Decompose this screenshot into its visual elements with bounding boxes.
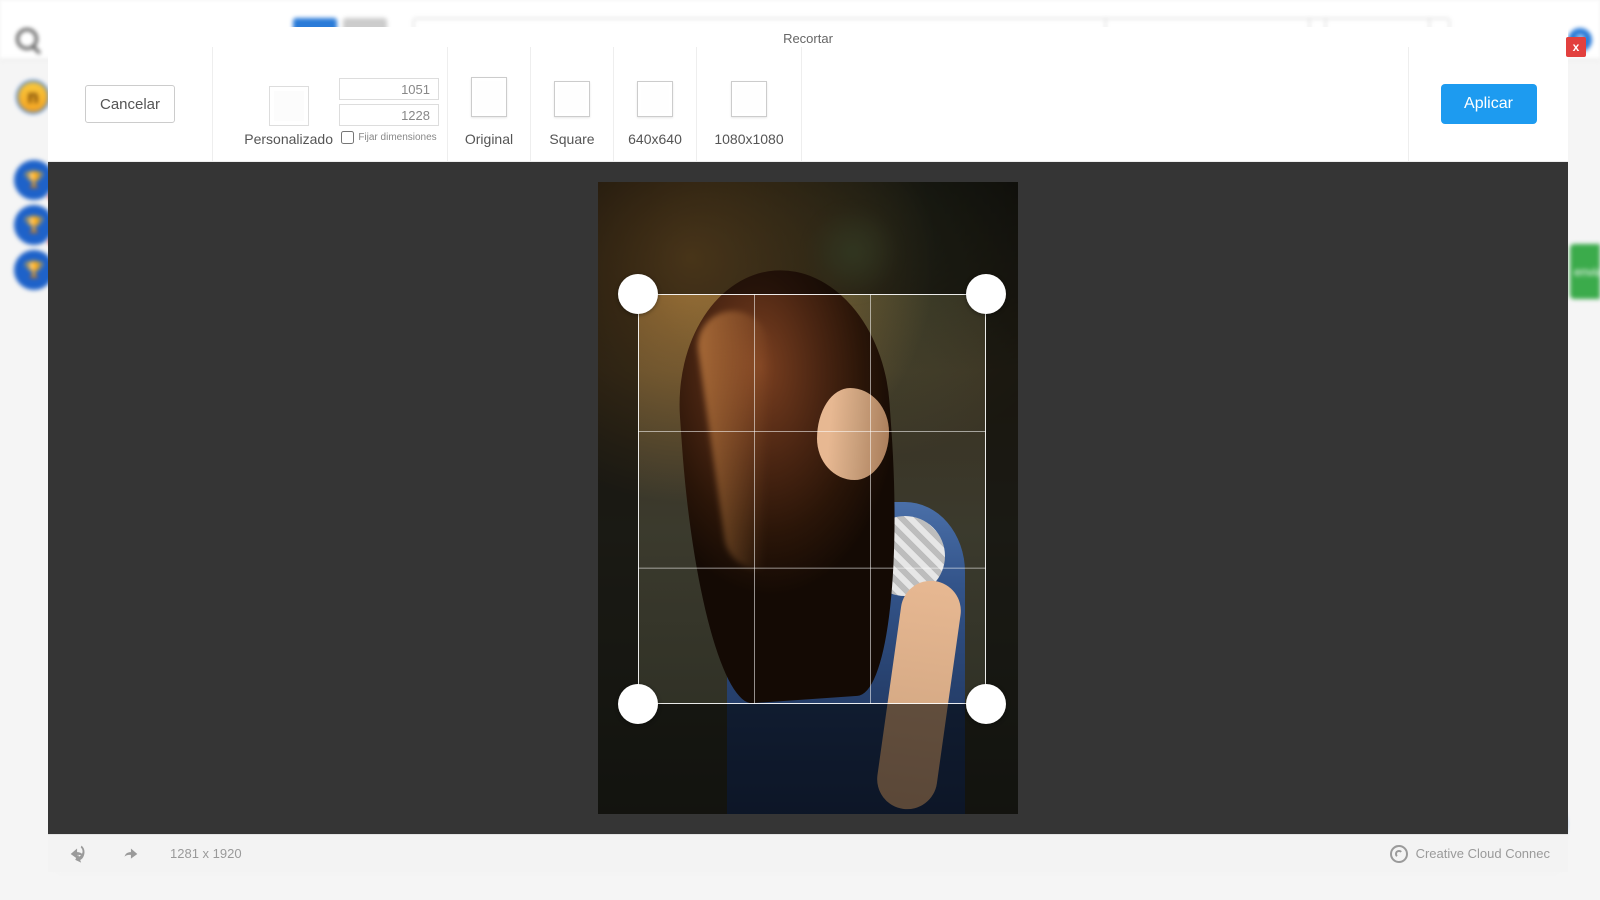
creative-cloud-label: Creative Cloud Connec bbox=[1390, 845, 1550, 863]
crop-modal: x Recortar Cancelar Personalizado Fijar … bbox=[48, 27, 1568, 872]
custom-label: Personalizado bbox=[244, 131, 333, 147]
creative-cloud-text: Creative Cloud Connec bbox=[1416, 846, 1550, 861]
preset-1080-button[interactable] bbox=[731, 81, 767, 117]
width-input[interactable] bbox=[339, 78, 439, 100]
crop-toolbar: Cancelar Personalizado Fijar dimensiones bbox=[48, 47, 1568, 162]
send-button-bg: enviar bbox=[1570, 244, 1600, 299]
preset-1080-label: 1080x1080 bbox=[714, 131, 783, 147]
preset-1080-cell: 1080x1080 bbox=[697, 47, 802, 161]
search-icon bbox=[16, 28, 42, 54]
creative-cloud-icon bbox=[1390, 845, 1408, 863]
cancel-cell: Cancelar bbox=[48, 47, 213, 161]
crop-handle-bottom-left[interactable] bbox=[618, 684, 658, 724]
custom-dims bbox=[339, 78, 439, 126]
lock-dimensions-label: Fijar dimensiones bbox=[358, 132, 436, 143]
height-input[interactable] bbox=[339, 104, 439, 126]
modal-title: Recortar bbox=[48, 27, 1568, 47]
apply-cell: Aplicar bbox=[1408, 47, 1568, 161]
undo-icon bbox=[67, 843, 89, 865]
cancel-button[interactable]: Cancelar bbox=[85, 85, 175, 123]
crop-handle-top-left[interactable] bbox=[618, 274, 658, 314]
custom-col-icon: Personalizado bbox=[244, 86, 333, 147]
custom-col-inputs: Fijar dimensiones bbox=[339, 78, 439, 147]
preset-original-label: Original bbox=[465, 131, 513, 147]
modal-footer: 1281 x 1920 Creative Cloud Connec bbox=[48, 834, 1568, 872]
preset-original-cell: Original bbox=[448, 47, 531, 161]
avatar: n bbox=[16, 80, 50, 114]
undo-button[interactable] bbox=[66, 842, 90, 866]
custom-preset-icon[interactable] bbox=[269, 86, 309, 126]
preset-square-button[interactable] bbox=[554, 81, 590, 117]
preset-640-label: 640x640 bbox=[628, 131, 682, 147]
crop-handle-bottom-right[interactable] bbox=[966, 684, 1006, 724]
crop-handle-top-right[interactable] bbox=[966, 274, 1006, 314]
apply-button[interactable]: Aplicar bbox=[1441, 84, 1537, 124]
preset-square-label: Square bbox=[549, 131, 594, 147]
close-button[interactable]: x bbox=[1566, 37, 1586, 57]
redo-icon bbox=[119, 843, 141, 865]
canvas-area bbox=[48, 162, 1568, 834]
preset-original-button[interactable] bbox=[471, 77, 507, 117]
lock-dimensions-checkbox[interactable] bbox=[341, 131, 354, 144]
image-dimensions: 1281 x 1920 bbox=[170, 846, 242, 861]
custom-size-cell: Personalizado Fijar dimensiones bbox=[213, 47, 448, 161]
crop-frame[interactable] bbox=[638, 294, 986, 704]
crop-border bbox=[638, 294, 986, 704]
preset-640-button[interactable] bbox=[637, 81, 673, 117]
redo-button[interactable] bbox=[118, 842, 142, 866]
preset-square-cell: Square bbox=[531, 47, 614, 161]
preset-640-cell: 640x640 bbox=[614, 47, 697, 161]
lock-dimensions-row: Fijar dimensiones bbox=[341, 131, 436, 144]
photo-preview[interactable] bbox=[598, 182, 1018, 814]
